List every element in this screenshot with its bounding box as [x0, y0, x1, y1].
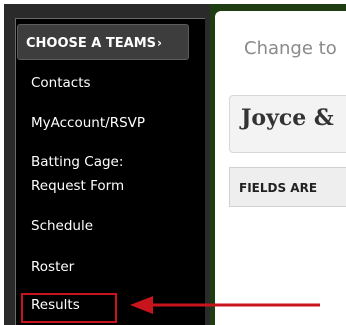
sidebar-item-label: Request Form: [31, 178, 125, 194]
sidebar-item-roster[interactable]: Roster: [31, 257, 74, 277]
sidebar-item-label: Batting Cage:: [31, 154, 124, 170]
sidebar-item-results[interactable]: Results: [31, 295, 80, 315]
fields-notice: FIELDS ARE: [239, 181, 318, 195]
app-frame: CHOOSE A TEAMS› Contacts MyAccount/RSVP …: [4, 4, 346, 325]
sidebar-item-label: Results: [31, 297, 80, 313]
choose-team-label: CHOOSE A TEAMS: [26, 36, 156, 51]
sidebar-item-label: MyAccount/RSVP: [31, 115, 146, 131]
sidebar-item-label: Contacts: [31, 75, 91, 91]
change-team-link[interactable]: Change to: [244, 38, 337, 59]
sidebar-item-label: Schedule: [31, 218, 94, 234]
sidebar-item-contacts[interactable]: Contacts: [31, 73, 91, 93]
sidebar-item-schedule[interactable]: Schedule: [31, 216, 93, 236]
main-content: Change to Joyce & FIELDS ARE: [215, 11, 346, 325]
chevron-right-icon: ›: [157, 36, 162, 50]
sidebar-item-label: Roster: [31, 259, 75, 275]
choose-team-button[interactable]: CHOOSE A TEAMS›: [17, 24, 189, 60]
team-name: Joyce &: [241, 105, 334, 131]
sidebar-item-myaccount-rsvp[interactable]: MyAccount/RSVP: [31, 113, 145, 133]
sidebar-item-batting-cage[interactable]: Batting Cage: Request Form: [31, 152, 124, 196]
